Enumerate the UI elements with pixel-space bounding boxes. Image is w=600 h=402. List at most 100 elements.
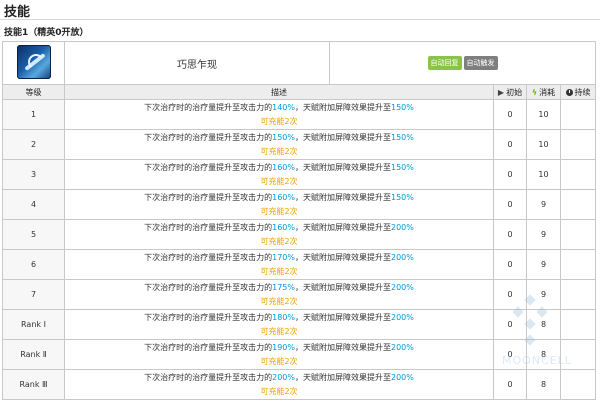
- initial-value: 0: [507, 140, 513, 149]
- cost-value: 10: [538, 140, 549, 149]
- header-initial: ▶ 初始: [493, 84, 527, 100]
- cost-value: 9: [540, 290, 547, 299]
- charge-text: 可充能2次: [260, 146, 298, 156]
- cost-value: 9: [540, 230, 547, 239]
- cost-cell: 8: [526, 309, 561, 340]
- level-label: Rank Ⅲ: [19, 380, 48, 389]
- description-text: ，天赋附加屏障效果提升至: [295, 372, 391, 382]
- header-cost: ϟ 消耗: [526, 84, 561, 100]
- duration-cell: [560, 249, 596, 280]
- level-cell: Rank Ⅱ: [2, 339, 65, 370]
- header-description: 描述: [64, 84, 494, 100]
- cost-value: 10: [538, 110, 549, 119]
- description-text: 下次治疗时的治疗量提升至攻击力的: [144, 312, 273, 322]
- cost-value: 8: [540, 350, 547, 359]
- section-title: 技能: [4, 5, 31, 20]
- level-label: 3: [30, 170, 37, 179]
- duration-cell: [560, 339, 596, 370]
- initial-value: 0: [507, 110, 513, 119]
- title-divider: [0, 19, 600, 20]
- description-cell: 下次治疗时的治疗量提升至攻击力的175%，天赋附加屏障效果提升至200% 可充能2…: [64, 279, 494, 310]
- cost-cell: 9: [526, 279, 561, 310]
- description-cell: 下次治疗时的治疗量提升至攻击力的160%，天赋附加屏障效果提升至200% 可充能2…: [64, 219, 494, 250]
- description-text: ，天赋附加屏障效果提升至: [295, 192, 391, 202]
- description-text: 下次治疗时的治疗量提升至攻击力的: [144, 372, 273, 382]
- play-icon: ▶: [497, 87, 505, 97]
- initial-cell: 0: [493, 249, 527, 280]
- cost-value: 8: [540, 380, 547, 389]
- description-text: 下次治疗时的治疗量提升至攻击力的: [144, 222, 273, 232]
- level-cell: Rank Ⅰ: [2, 309, 65, 340]
- cost-cell: 9: [526, 249, 561, 280]
- description-cell: 下次治疗时的治疗量提升至攻击力的150%，天赋附加屏障效果提升至150% 可充能2…: [64, 129, 494, 160]
- header-duration-label: 持续: [574, 87, 591, 97]
- header-initial-label: 初始: [506, 87, 523, 97]
- description-text: ，天赋附加屏障效果提升至: [295, 132, 391, 142]
- header-cost-label: 消耗: [539, 87, 556, 97]
- description-text: ，天赋附加屏障效果提升至: [295, 252, 391, 262]
- description-text: 下次治疗时的治疗量提升至攻击力的: [144, 342, 273, 352]
- description-text: ，天赋附加屏障效果提升至: [295, 282, 391, 292]
- initial-cell: 0: [493, 309, 527, 340]
- duration-cell: [560, 309, 596, 340]
- description-cell: 下次治疗时的治疗量提升至攻击力的160%，天赋附加屏障效果提升至150% 可充能2…: [64, 159, 494, 190]
- initial-value: 0: [507, 170, 513, 179]
- duration-cell: [560, 189, 596, 220]
- level-cell: 7: [2, 279, 65, 310]
- description-text: ，天赋附加屏障效果提升至: [295, 162, 391, 172]
- initial-cell: 0: [493, 189, 527, 220]
- bolt-icon: ϟ: [531, 87, 538, 97]
- heal-value: 190%: [272, 342, 295, 352]
- charge-text: 可充能2次: [260, 236, 298, 246]
- clock-icon: [565, 88, 573, 96]
- duration-cell: [560, 99, 596, 130]
- duration-cell: [560, 159, 596, 190]
- duration-cell: [560, 369, 596, 400]
- description-cell: 下次治疗时的治疗量提升至攻击力的200%，天赋附加屏障效果提升至200% 可充能2…: [64, 369, 494, 400]
- barrier-value: 200%: [391, 282, 414, 292]
- barrier-value: 200%: [391, 222, 414, 232]
- description-text: 下次治疗时的治疗量提升至攻击力的: [144, 102, 273, 112]
- level-cell: Rank Ⅲ: [2, 369, 65, 400]
- initial-cell: 0: [493, 159, 527, 190]
- header-level: 等级: [2, 84, 65, 100]
- charge-text: 可充能2次: [260, 296, 298, 306]
- description-text: ，天赋附加屏障效果提升至: [295, 312, 391, 322]
- level-label: 1: [30, 110, 37, 119]
- charge-text: 可充能2次: [260, 176, 298, 186]
- initial-cell: 0: [493, 369, 527, 400]
- table-row: 2 下次治疗时的治疗量提升至攻击力的150%，天赋附加屏障效果提升至150% 可充能…: [2, 129, 596, 160]
- level-label: 2: [30, 140, 37, 149]
- initial-value: 0: [507, 290, 513, 299]
- initial-cell: 0: [493, 339, 527, 370]
- level-cell: 4: [2, 189, 65, 220]
- barrier-value: 150%: [391, 162, 414, 172]
- heal-value: 160%: [272, 192, 295, 202]
- level-cell: 2: [2, 129, 65, 160]
- heal-value: 140%: [272, 102, 295, 112]
- table-row: 5 下次治疗时的治疗量提升至攻击力的160%，天赋附加屏障效果提升至200% 可充能…: [2, 219, 596, 250]
- level-cell: 5: [2, 219, 65, 250]
- duration-cell: [560, 219, 596, 250]
- skill-name-cell: 巧思乍现: [64, 41, 330, 85]
- table-header-row: 等级 描述 ▶ 初始 ϟ 消耗 持续: [2, 84, 596, 100]
- skill-subtitle: 技能1（精英0开放）: [4, 28, 89, 38]
- initial-cell: 0: [493, 279, 527, 310]
- header-duration: 持续: [560, 84, 596, 100]
- description-text: 下次治疗时的治疗量提升至攻击力的: [144, 192, 273, 202]
- cost-cell: 9: [526, 219, 561, 250]
- heal-value: 175%: [272, 282, 295, 292]
- cost-cell: 9: [526, 189, 561, 220]
- cost-value: 10: [538, 170, 549, 179]
- initial-value: 0: [507, 200, 513, 209]
- level-label: 5: [30, 230, 37, 239]
- charge-text: 可充能2次: [260, 326, 298, 336]
- description-text: 下次治疗时的治疗量提升至攻击力的: [144, 252, 273, 262]
- barrier-value: 200%: [391, 372, 414, 382]
- barrier-value: 200%: [391, 342, 414, 352]
- duration-cell: [560, 129, 596, 160]
- cost-cell: 10: [526, 99, 561, 130]
- heal-value: 160%: [272, 222, 295, 232]
- description-cell: 下次治疗时的治疗量提升至攻击力的190%，天赋附加屏障效果提升至200% 可充能2…: [64, 339, 494, 370]
- heal-value: 200%: [272, 372, 295, 382]
